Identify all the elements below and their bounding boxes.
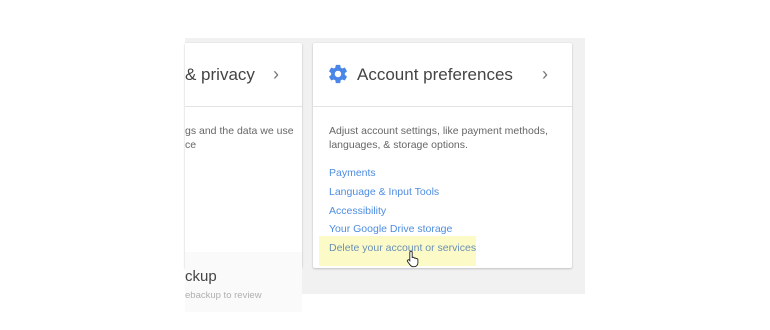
privacy-desc-line-1: gs and the data we use	[185, 125, 294, 137]
privacy-desc-line-2: ce	[185, 139, 197, 151]
account-desc-line-1: Adjust account settings, like payment me…	[329, 125, 548, 137]
privacy-card-header[interactable]: & privacy ›	[185, 43, 302, 107]
chevron-right-icon[interactable]: ›	[273, 65, 279, 83]
google-drive-storage-link[interactable]: Your Google Drive storage	[329, 223, 452, 235]
backup-card[interactable]: ckup ebackup to review	[185, 252, 302, 312]
backup-card-title: ckup	[185, 268, 217, 285]
account-preferences-title: Account preferences	[357, 65, 513, 84]
delete-account-link[interactable]: Delete your account or services	[329, 242, 476, 254]
account-desc-line-2: languages, & storage options.	[329, 139, 468, 151]
account-preferences-header[interactable]: Account preferences ›	[313, 43, 572, 107]
payments-link[interactable]: Payments	[329, 167, 376, 179]
account-preferences-card[interactable]: Account preferences › Adjust account set…	[313, 43, 572, 268]
privacy-card-description: gs and the data we use ce	[185, 124, 294, 152]
account-preferences-description: Adjust account settings, like payment me…	[329, 124, 559, 152]
language-input-tools-link[interactable]: Language & Input Tools	[329, 186, 439, 198]
privacy-card[interactable]: & privacy › gs and the data we use ce	[185, 43, 302, 268]
privacy-card-title: & privacy	[185, 65, 255, 84]
gear-icon	[329, 64, 347, 84]
backup-card-description: ebackup to review	[185, 290, 262, 301]
chevron-right-icon[interactable]: ›	[542, 65, 548, 83]
hand-cursor-icon	[406, 250, 419, 268]
accessibility-link[interactable]: Accessibility	[329, 205, 386, 217]
